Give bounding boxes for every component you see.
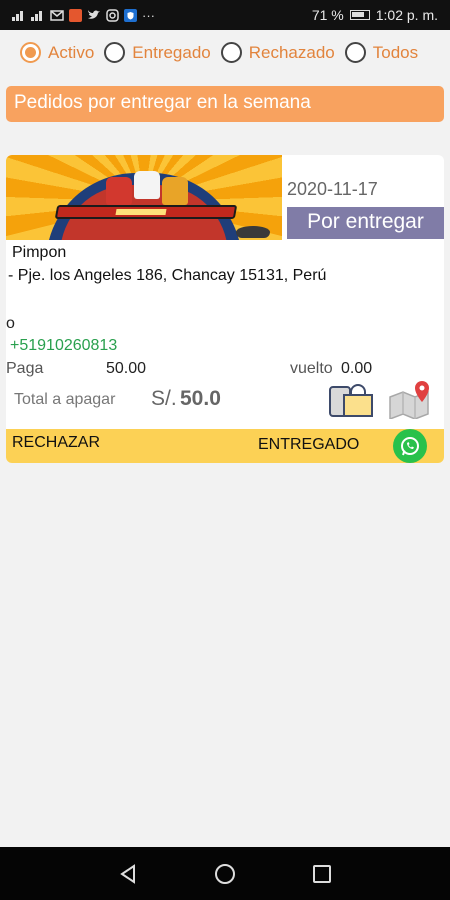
signal-icon — [12, 11, 23, 21]
restaurant-logo — [6, 155, 282, 240]
status-badge: Por entregar — [287, 207, 444, 239]
filter-label[interactable]: Rechazado — [249, 43, 335, 63]
map-location-icon[interactable] — [388, 379, 436, 419]
app-icon — [69, 8, 82, 22]
order-filter-group: Activo Entregado Rechazado Todos — [20, 42, 440, 63]
order-action-bar: RECHAZAR ENTREGADO — [6, 429, 444, 463]
back-icon[interactable] — [112, 858, 144, 890]
radio-icon[interactable] — [104, 42, 126, 63]
customer-address: - Pje. los Angeles 186, Chancay 15131, P… — [8, 267, 327, 284]
mail-icon — [50, 10, 64, 21]
pay-label: Paga — [6, 360, 44, 377]
shield-icon — [124, 8, 137, 22]
recents-icon[interactable] — [306, 858, 338, 890]
filter-todos[interactable]: Todos — [344, 42, 418, 63]
filter-label[interactable]: Activo — [48, 43, 94, 63]
total-label: Total a apagar — [14, 391, 116, 408]
radio-selected-icon[interactable] — [20, 42, 41, 63]
section-banner: Pedidos por entregar en la semana — [6, 86, 444, 122]
whatsapp-icon[interactable] — [393, 429, 427, 463]
total-value: 50.0 — [180, 387, 221, 410]
change-value: 0.00 — [341, 360, 373, 377]
twitter-icon — [88, 10, 100, 19]
customer-name: Pimpon — [12, 244, 67, 261]
battery-icon — [349, 10, 370, 20]
order-card[interactable]: 2020-11-17 Por entregar Pimpon - Pje. lo… — [6, 155, 444, 463]
battery-level: 71 % — [311, 7, 344, 23]
order-date: 2020-11-17 — [287, 179, 378, 199]
total-currency: S/. — [151, 387, 177, 410]
filter-label[interactable]: Entregado — [132, 43, 210, 63]
shopping-bag-icon[interactable] — [328, 383, 376, 417]
signal-icon — [31, 11, 42, 21]
delivered-button[interactable]: ENTREGADO — [258, 436, 359, 454]
status-bar: ··· 71 % 1:02 p. m. — [0, 0, 450, 30]
filter-rechazado[interactable]: Rechazado — [220, 42, 335, 63]
status-icons: ··· — [12, 8, 155, 23]
pay-value: 50.00 — [106, 360, 147, 377]
more-icon: ··· — [142, 7, 155, 23]
filter-entregado[interactable]: Entregado — [104, 42, 211, 63]
status-right: 71 % 1:02 p. m. — [312, 7, 438, 23]
radio-icon[interactable] — [344, 42, 366, 63]
filter-activo[interactable]: Activo — [20, 42, 94, 63]
clock: 1:02 p. m. — [375, 7, 438, 23]
android-nav-bar — [0, 847, 450, 900]
change-label: vuelto — [290, 360, 333, 377]
home-icon[interactable] — [209, 858, 241, 890]
filter-label[interactable]: Todos — [373, 43, 418, 63]
customer-phone[interactable]: +51910260813 — [10, 337, 117, 355]
instagram-icon — [106, 8, 119, 22]
reject-button[interactable]: RECHAZAR — [12, 434, 100, 452]
radio-icon[interactable] — [220, 42, 242, 63]
address-reference: o — [6, 315, 15, 332]
